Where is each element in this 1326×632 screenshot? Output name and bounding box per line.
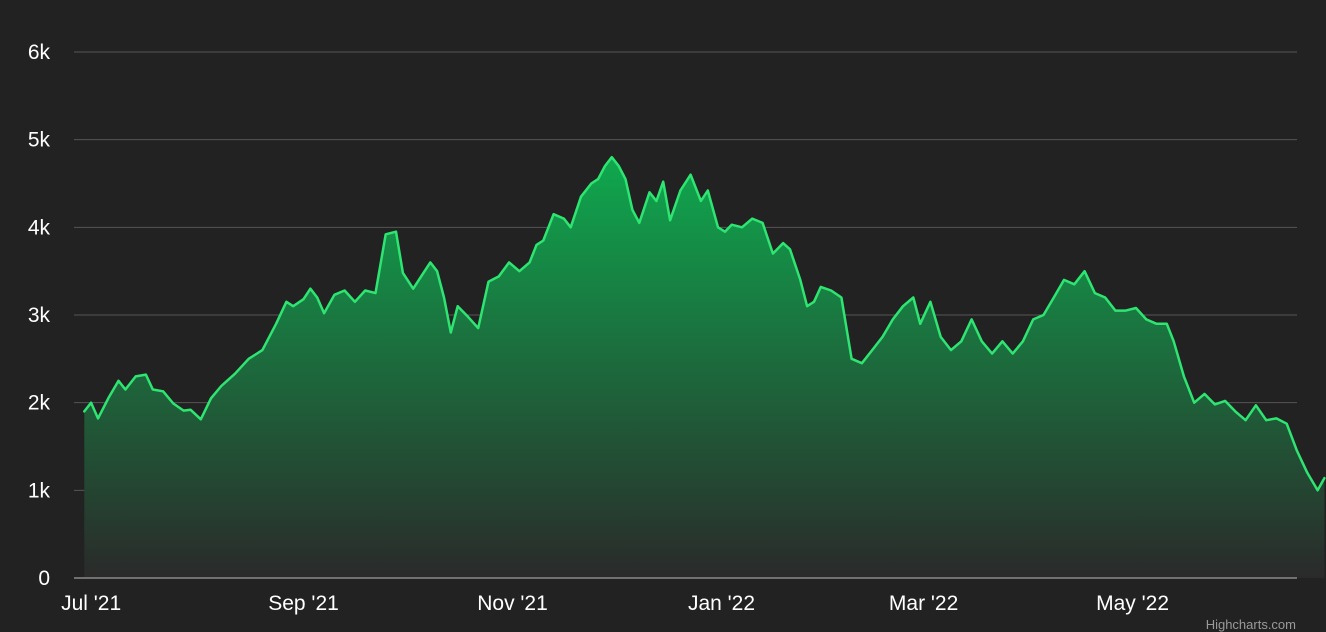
y-tick-label: 0 xyxy=(38,567,50,590)
x-tick-label: Jul '21 xyxy=(61,592,121,615)
x-tick-label: Jan '22 xyxy=(688,592,755,615)
area-chart: 0 1k 2k 3k 4k 5k 6k Jul '21 Sep '21 Nov '21 Jan '… xyxy=(0,0,1326,632)
series-area xyxy=(84,157,1325,578)
y-tick-label: 3k xyxy=(28,304,51,327)
y-tick-label: 4k xyxy=(28,216,51,239)
y-tick-label: 6k xyxy=(28,41,51,64)
x-tick-label: Nov '21 xyxy=(477,592,548,615)
y-tick-label: 2k xyxy=(28,392,51,415)
y-axis-labels: 0 1k 2k 3k 4k 5k 6k xyxy=(28,41,51,590)
x-tick-label: Mar '22 xyxy=(889,592,958,615)
y-tick-label: 5k xyxy=(28,129,51,152)
x-tick-label: Sep '21 xyxy=(268,592,339,615)
y-tick-label: 1k xyxy=(28,479,51,502)
chart-canvas: 0 1k 2k 3k 4k 5k 6k Jul '21 Sep '21 Nov '21 Jan '… xyxy=(28,41,1326,632)
x-tick-label: May '22 xyxy=(1096,592,1169,615)
credits-label[interactable]: Highcharts.com xyxy=(1206,617,1296,632)
x-axis-labels: Jul '21 Sep '21 Nov '21 Jan '22 Mar '22 May '… xyxy=(61,592,1169,615)
